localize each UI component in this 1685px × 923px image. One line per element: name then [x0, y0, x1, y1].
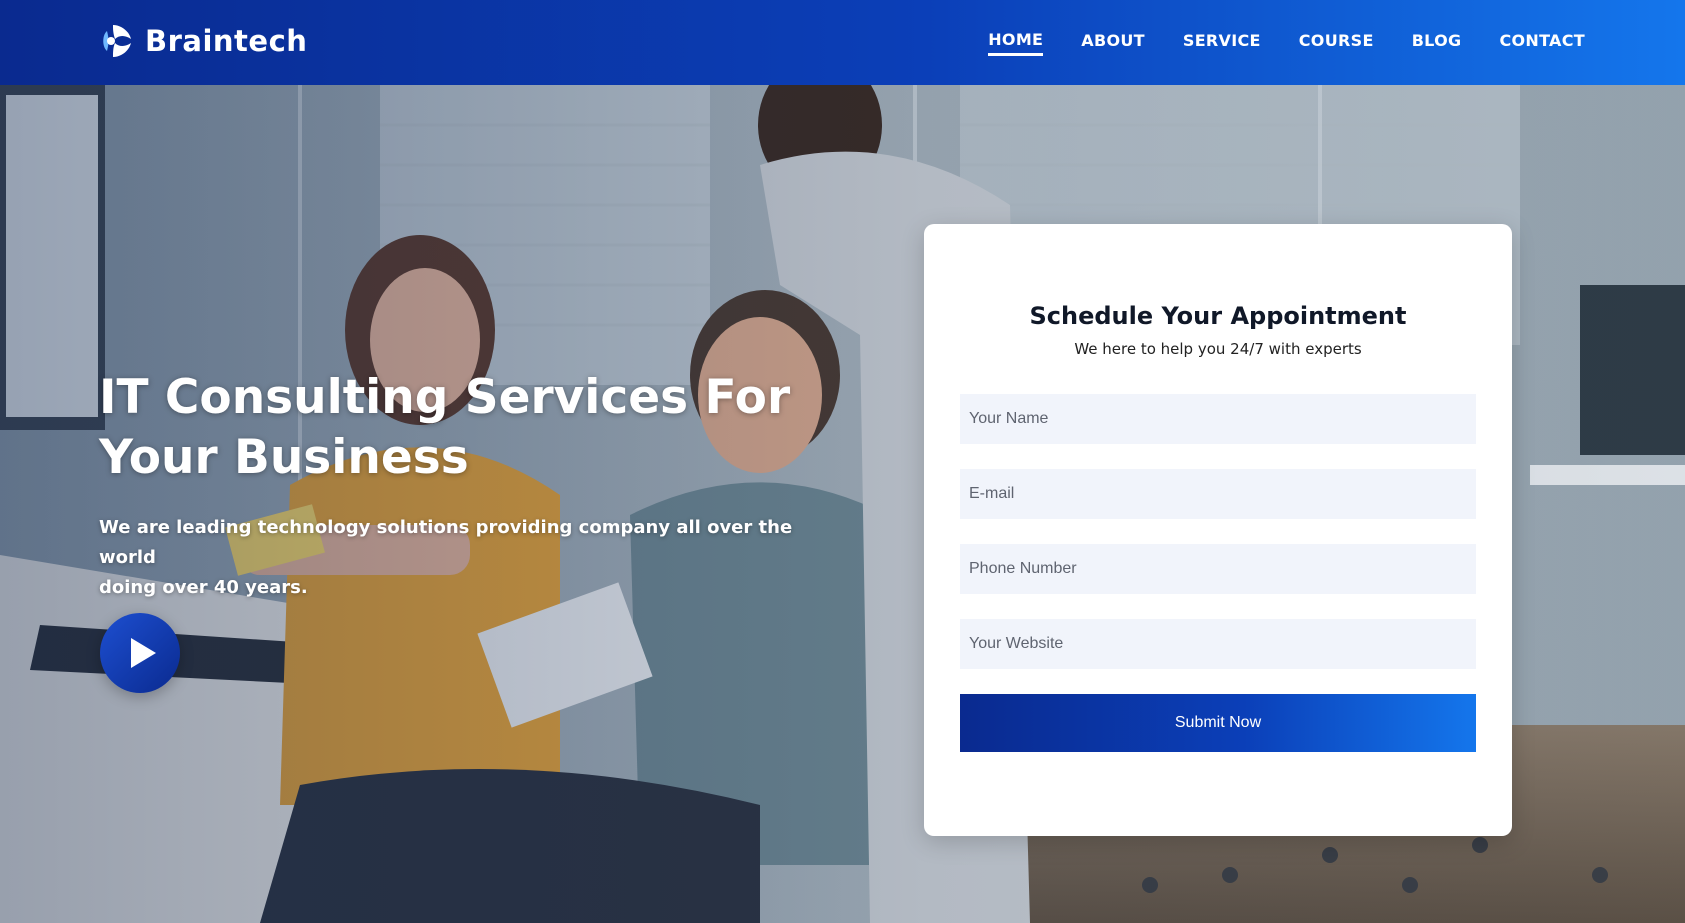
hero-subtitle-line1: We are leading technology solutions prov… — [99, 517, 793, 568]
hero-subtitle-line2: doing over 40 years. — [99, 577, 308, 598]
email-input[interactable] — [960, 469, 1476, 519]
phone-input[interactable] — [960, 544, 1476, 594]
appointment-form-card: Schedule Your Appointment We here to hel… — [924, 224, 1512, 836]
main-nav: HOME ABOUT SERVICE COURSE BLOG CONTACT — [988, 0, 1585, 85]
hero-title-line2: Your Business — [99, 430, 469, 485]
hero-title: IT Consulting Services For Your Business — [99, 368, 799, 488]
hero-subtitle: We are leading technology solutions prov… — [99, 513, 819, 603]
play-icon — [130, 638, 156, 668]
website-input[interactable] — [960, 619, 1476, 669]
name-input[interactable] — [960, 394, 1476, 444]
nav-course[interactable]: COURSE — [1299, 31, 1374, 54]
hero-title-line1: IT Consulting Services For — [99, 370, 791, 425]
play-video-button[interactable] — [100, 613, 180, 693]
nav-about[interactable]: ABOUT — [1081, 31, 1145, 54]
braintech-logo-icon — [103, 25, 131, 57]
brand-name: Braintech — [145, 24, 308, 58]
submit-button[interactable]: Submit Now — [960, 694, 1476, 752]
logo[interactable]: Braintech — [99, 20, 307, 62]
form-title: Schedule Your Appointment — [1029, 302, 1407, 330]
nav-home[interactable]: HOME — [988, 30, 1044, 56]
nav-contact[interactable]: CONTACT — [1499, 31, 1585, 54]
site-header: Braintech HOME ABOUT SERVICE COURSE BLOG… — [0, 0, 1685, 85]
nav-blog[interactable]: BLOG — [1412, 31, 1462, 54]
nav-service[interactable]: SERVICE — [1183, 31, 1261, 54]
form-subtitle: We here to help you 24/7 with experts — [1074, 340, 1362, 358]
